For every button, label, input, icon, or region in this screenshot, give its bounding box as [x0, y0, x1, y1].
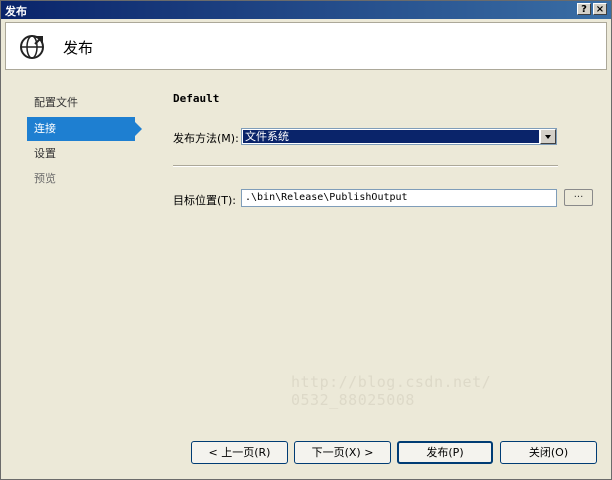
publish-method-value: 文件系统	[243, 130, 539, 143]
target-location-label: 目标位置(T):	[173, 194, 237, 207]
prev-button[interactable]: < 上一页(R)	[191, 441, 288, 464]
publish-method-label: 发布方法(M):	[173, 132, 239, 145]
dropdown-arrow-icon[interactable]	[540, 129, 556, 144]
publish-dialog: 发布 ? × 发布 配置文件 连接 设置 预览 Default 发布方法(M):…	[0, 0, 612, 480]
publish-method-select[interactable]: 文件系统	[241, 128, 557, 145]
nav-item-label: 预览	[34, 172, 56, 185]
watermark: http://blog.csdn.net/ 0532_88025008	[291, 373, 492, 409]
nav-item-label: 设置	[34, 147, 56, 160]
selected-arrow-icon	[135, 122, 142, 136]
nav-item-profile[interactable]: 配置文件	[27, 91, 139, 115]
browse-button[interactable]: ...	[564, 189, 593, 206]
profile-name: Default	[173, 92, 220, 105]
publish-button[interactable]: 发布(P)	[397, 441, 493, 464]
nav-item-label: 连接	[34, 122, 56, 135]
nav-item-settings[interactable]: 设置	[27, 142, 139, 166]
close-window-button[interactable]: ×	[593, 3, 607, 15]
title-bar[interactable]: 发布 ? ×	[1, 1, 611, 19]
nav-item-connection[interactable]: 连接	[27, 117, 142, 141]
close-button[interactable]: 关闭(O)	[500, 441, 597, 464]
header-title: 发布	[63, 39, 94, 57]
help-button[interactable]: ?	[577, 3, 591, 15]
nav-item-label: 配置文件	[34, 96, 78, 109]
dialog-header: 发布	[5, 22, 607, 70]
nav-item-preview[interactable]: 预览	[27, 167, 139, 191]
window-title: 发布	[5, 5, 27, 18]
separator	[173, 165, 558, 167]
globe-publish-icon	[18, 33, 46, 64]
next-button[interactable]: 下一页(X) >	[294, 441, 391, 464]
target-location-input[interactable]: .\bin\Release\PublishOutput	[241, 189, 557, 207]
